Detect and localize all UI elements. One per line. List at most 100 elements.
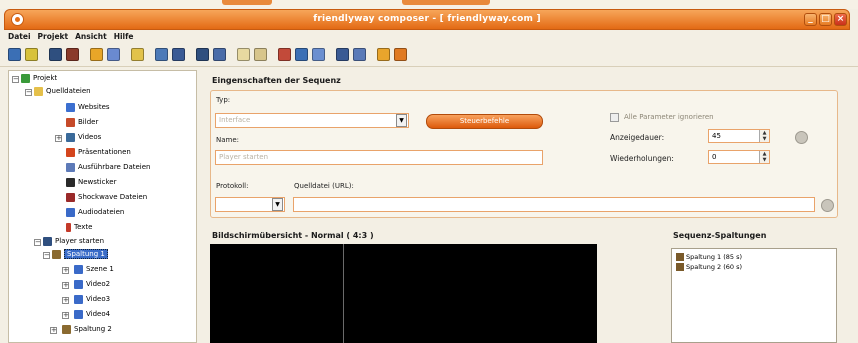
ignore-params-checkbox[interactable]	[610, 113, 619, 122]
text-icon[interactable]	[107, 48, 120, 61]
grid-icon[interactable]	[295, 48, 308, 61]
repetitions-stepper[interactable]: 0 ▲ ▼	[708, 150, 770, 164]
properties-icon[interactable]	[131, 48, 144, 61]
type-select[interactable]: Interface	[215, 113, 409, 128]
preview-divider	[343, 244, 344, 343]
project-icon	[21, 73, 30, 83]
background-strip	[0, 0, 858, 9]
chevron-down-icon[interactable]: ▼	[272, 198, 283, 211]
source-file-label: Quelldatei (URL):	[294, 182, 354, 190]
menu-projekt[interactable]: Projekt	[38, 32, 69, 41]
tree-item-szene-1[interactable]: Szene 1	[74, 263, 114, 275]
source-file-field[interactable]	[293, 197, 815, 212]
scene-icon[interactable]	[278, 48, 291, 61]
stepper-arrows-icon[interactable]: ▲ ▼	[759, 130, 769, 142]
repetitions-value: 0	[712, 153, 717, 161]
control-commands-button[interactable]: Steuerbefehle	[426, 114, 543, 129]
expand-icon[interactable]: +	[62, 297, 69, 304]
menu-ansicht[interactable]: Ansicht	[75, 32, 107, 41]
save-icon[interactable]	[49, 48, 62, 61]
project-tree[interactable]: − Projekt − Quelldateien Websites Bilder…	[8, 70, 197, 343]
background-tab	[222, 0, 272, 5]
newsticker-icon	[66, 177, 75, 187]
tree-item-praesentationen[interactable]: Präsentationen	[66, 146, 131, 158]
tree-item-video4[interactable]: Video4	[74, 308, 110, 320]
tree-item-projekt[interactable]: Projekt	[21, 72, 57, 84]
tree-item-websites[interactable]: Websites	[66, 101, 110, 113]
tree-item-audiodateien[interactable]: Audiodateien	[66, 206, 124, 218]
folder-icon	[34, 86, 43, 96]
collapse-icon[interactable]: −	[12, 76, 19, 83]
split-icon	[62, 324, 71, 334]
menu-datei[interactable]: Datei	[8, 32, 31, 41]
close-button[interactable]: ×	[834, 13, 847, 26]
video-icon[interactable]	[172, 48, 185, 61]
preview-heading: Bildschirmübersicht - Normal ( 4:3 )	[212, 231, 374, 240]
sequence-splits-list[interactable]: Spaltung 1 (85 s) Spaltung 2 (60 s)	[671, 248, 837, 343]
image-icon[interactable]	[155, 48, 168, 61]
expand-icon[interactable]: +	[50, 327, 57, 334]
tree-item-ausfuehrbare-dateien[interactable]: Ausführbare Dateien	[66, 161, 151, 173]
window-title: friendlyway composer - [ friendlyway.com…	[313, 14, 541, 24]
publish-icon[interactable]	[353, 48, 366, 61]
scene-icon	[74, 264, 83, 274]
collapse-icon[interactable]: −	[43, 252, 50, 259]
tree-item-spaltung-1[interactable]: Spaltung 1	[52, 248, 108, 260]
split-icon	[676, 263, 684, 271]
repetitions-label: Wiederholungen:	[610, 154, 674, 163]
expand-icon[interactable]: +	[55, 135, 62, 142]
tree-item-bilder[interactable]: Bilder	[66, 116, 98, 128]
help-round-icon[interactable]	[795, 131, 808, 144]
audio-icon	[66, 207, 75, 217]
scene-icon	[74, 279, 83, 289]
tree-item-texte[interactable]: Texte	[66, 221, 92, 233]
type-label: Typ:	[216, 96, 231, 104]
open-project-icon[interactable]	[25, 48, 38, 61]
tree-item-video2[interactable]: Video2	[74, 278, 110, 290]
browse-round-icon[interactable]	[821, 199, 834, 212]
tree-item-spaltung-2[interactable]: Spaltung 2	[62, 323, 112, 335]
menu-hilfe[interactable]: Hilfe	[114, 32, 134, 41]
tree-item-newsticker[interactable]: Newsticker	[66, 176, 116, 188]
display-duration-stepper[interactable]: 45 ▲ ▼	[708, 129, 770, 143]
help-icon[interactable]	[377, 48, 390, 61]
layout-icon[interactable]	[237, 48, 250, 61]
pictures-icon	[66, 117, 75, 127]
background-tab	[402, 0, 490, 5]
maximize-button[interactable]: □	[819, 13, 832, 26]
title-bar: friendlyway composer - [ friendlyway.com…	[4, 9, 850, 30]
tree-item-shockwave-dateien[interactable]: Shockwave Dateien	[66, 191, 147, 203]
scene-icon	[74, 309, 83, 319]
collapse-icon[interactable]: −	[25, 89, 32, 96]
executable-icon	[66, 162, 75, 172]
expand-icon[interactable]: +	[62, 267, 69, 274]
list-item[interactable]: Spaltung 1 (85 s)	[676, 252, 742, 262]
minimize-button[interactable]: _	[804, 13, 817, 26]
screen-preview[interactable]	[210, 244, 597, 343]
tree-item-videos[interactable]: Videos	[66, 131, 101, 143]
collapse-icon[interactable]: −	[34, 239, 41, 246]
tree-item-quelldateien[interactable]: Quelldateien	[34, 85, 91, 97]
stepper-arrows-icon[interactable]: ▲ ▼	[759, 151, 769, 163]
split-icon	[52, 249, 61, 259]
expand-icon[interactable]: +	[62, 282, 69, 289]
protocol-label: Protokoll:	[216, 182, 249, 190]
chevron-down-icon[interactable]: ▼	[396, 114, 407, 127]
layout-split-icon[interactable]	[254, 48, 267, 61]
save-as-icon[interactable]	[66, 48, 79, 61]
expand-icon[interactable]: +	[62, 312, 69, 319]
cut-icon[interactable]	[90, 48, 103, 61]
toolbar	[8, 48, 848, 64]
list-item[interactable]: Spaltung 2 (60 s)	[676, 262, 742, 272]
new-project-icon[interactable]	[8, 48, 21, 61]
info-icon[interactable]	[394, 48, 407, 61]
exe-icon[interactable]	[213, 48, 226, 61]
tree-item-video3[interactable]: Video3	[74, 293, 110, 305]
name-field[interactable]: Player starten	[215, 150, 543, 165]
list-icon[interactable]	[312, 48, 325, 61]
split-icon	[676, 253, 684, 261]
preview-icon[interactable]	[336, 48, 349, 61]
presentation-icon[interactable]	[196, 48, 209, 61]
tree-item-player-starten[interactable]: Player starten	[43, 235, 104, 247]
shockwave-icon	[66, 192, 75, 202]
